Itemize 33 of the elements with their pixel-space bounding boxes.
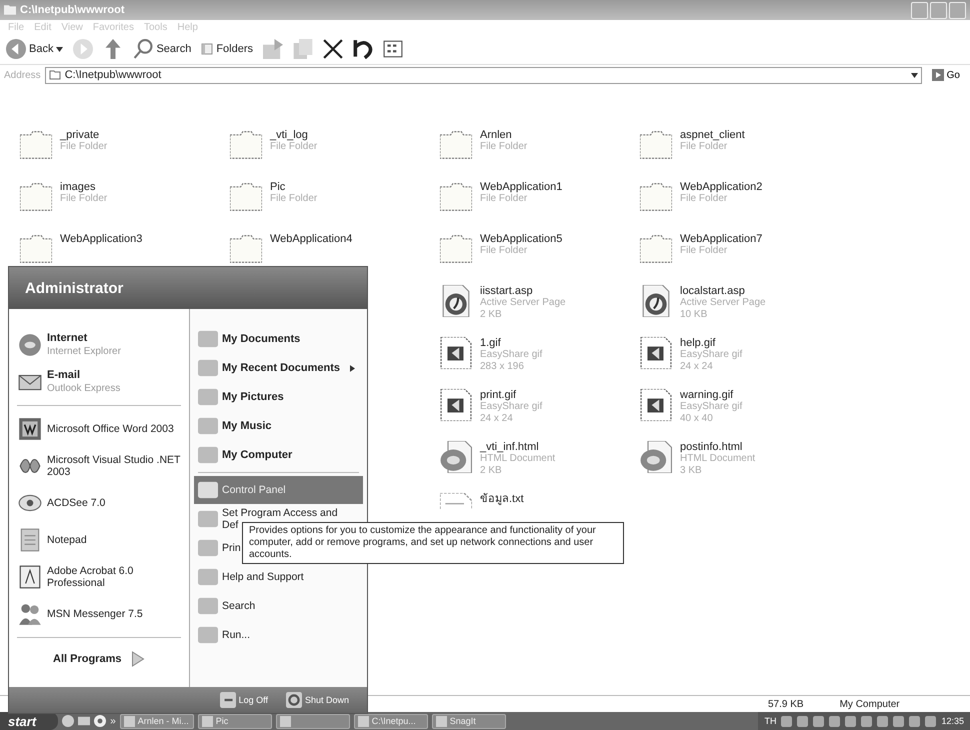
file-detail: Active Server Page [480, 297, 566, 309]
file-detail: File Folder [680, 141, 728, 153]
file-detail: File Folder [60, 193, 108, 205]
file-detail: 10 KB [680, 309, 708, 321]
file-detail: 2 KB [480, 309, 503, 321]
file-detail: 24 x 24 [480, 413, 514, 425]
file-detail: EasyShare gif [480, 349, 542, 361]
file-detail: 24 x 24 [680, 361, 714, 373]
window-title: C:\Inetpub\wwwroot [20, 4, 124, 16]
user-name: Administrator [25, 280, 124, 296]
file-detail: File Folder [480, 193, 528, 205]
file-detail: HTML Document [680, 453, 756, 465]
status-size: 57.9 KB [768, 698, 804, 710]
file-detail: File Folder [680, 245, 728, 257]
file-detail: File Folder [270, 193, 318, 205]
file-detail: EasyShare gif [680, 401, 742, 413]
file-detail: Active Server Page [680, 297, 766, 309]
file-detail: EasyShare gif [480, 401, 542, 413]
file-detail: 40 x 40 [680, 413, 714, 425]
file-detail: 3 KB [680, 465, 703, 477]
status-zone: My Computer [840, 698, 900, 710]
file-detail: EasyShare gif [680, 349, 742, 361]
file-detail: File Folder [60, 141, 108, 153]
tooltip: Provides options for you to customize the appearance and functionality of your computer, add or remove programs, and set up network connections and user accounts. [242, 522, 624, 564]
file-detail: 2 KB [480, 465, 503, 477]
address-label: Address [4, 70, 41, 80]
file-detail: File Folder [480, 141, 528, 153]
file-detail: 283 x 196 [480, 361, 525, 373]
file-detail: HTML Document [480, 453, 556, 465]
file-detail: File Folder [270, 141, 318, 153]
file-detail: File Folder [680, 193, 728, 205]
file-detail: File Folder [480, 245, 528, 257]
clock: 12:35 [941, 716, 964, 726]
